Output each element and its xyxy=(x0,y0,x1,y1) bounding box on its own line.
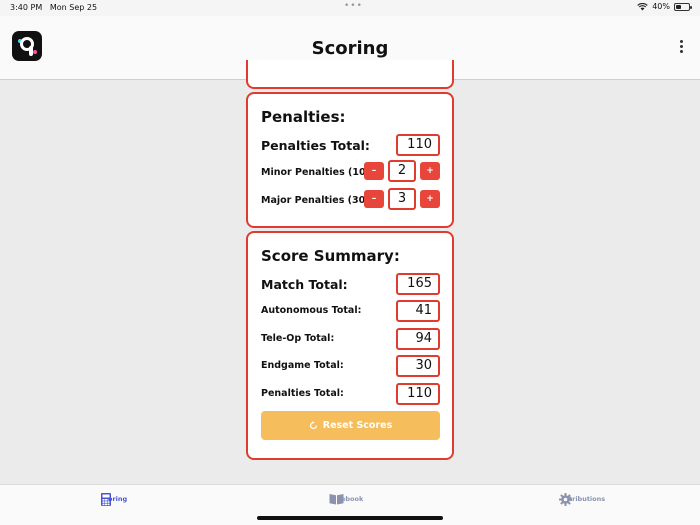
home-indicator[interactable] xyxy=(257,516,443,520)
endgame-total-value: 30 xyxy=(396,355,440,377)
battery-percent: 40% xyxy=(652,2,670,11)
minor-penalties-value[interactable]: 2 xyxy=(388,160,416,182)
status-time: 3:40 PM Mon Sep 25 xyxy=(10,3,98,12)
major-penalties-value[interactable]: 3 xyxy=(388,188,416,210)
status-indicators: 40% xyxy=(637,2,692,11)
summary-penalties-total-value: 110 xyxy=(396,383,440,405)
tab-notebook[interactable]: ebook xyxy=(329,493,363,513)
autonomous-total-value: 41 xyxy=(396,300,440,322)
more-menu-icon[interactable] xyxy=(680,40,684,55)
reset-icon xyxy=(309,421,317,430)
reset-scores-button[interactable]: Reset Scores xyxy=(261,411,440,440)
reset-scores-label: Reset Scores xyxy=(322,420,393,431)
summary-title: Score Summary: xyxy=(261,247,400,265)
score-summary-card: Score Summary: Match Total: 165 Autonomo… xyxy=(246,231,454,460)
multitasking-dots[interactable]: ••• xyxy=(344,1,363,11)
tab-contributions-label: tributions xyxy=(569,495,606,503)
endgame-total-label: Endgame Total: xyxy=(261,360,344,371)
autonomous-total-label: Autonomous Total: xyxy=(261,305,362,316)
major-decrement-button[interactable]: – xyxy=(364,190,384,208)
penalties-title: Penalties: xyxy=(261,108,346,126)
battery-icon xyxy=(674,2,692,11)
teleop-total-label: Tele-Op Total: xyxy=(261,333,335,344)
match-total-label: Match Total: xyxy=(261,277,348,292)
penalties-card: Penalties: Penalties Total: 110 Minor Pe… xyxy=(246,92,454,228)
previous-card xyxy=(246,60,454,89)
wifi-icon xyxy=(637,2,648,10)
penalties-total-value: 110 xyxy=(396,134,440,156)
tab-scoring-label: oring xyxy=(108,495,128,503)
major-increment-button[interactable]: + xyxy=(420,190,440,208)
status-bar: 3:40 PM Mon Sep 25 ••• 40% xyxy=(0,0,700,16)
summary-penalties-total-label: Penalties Total: xyxy=(261,388,344,399)
major-penalties-label: Major Penalties (30): xyxy=(261,195,374,206)
tab-notebook-label: ebook xyxy=(341,495,364,503)
tab-contributions[interactable]: tributions xyxy=(559,493,605,513)
tab-scoring[interactable]: oring xyxy=(101,493,127,513)
match-total-value: 165 xyxy=(396,273,440,295)
minor-increment-button[interactable]: + xyxy=(420,162,440,180)
teleop-total-value: 94 xyxy=(396,328,440,350)
penalties-total-label: Penalties Total: xyxy=(261,138,370,153)
minor-penalties-label: Minor Penalties (10): xyxy=(261,167,374,178)
page-title: Scoring xyxy=(311,38,389,59)
minor-decrement-button[interactable]: – xyxy=(364,162,384,180)
